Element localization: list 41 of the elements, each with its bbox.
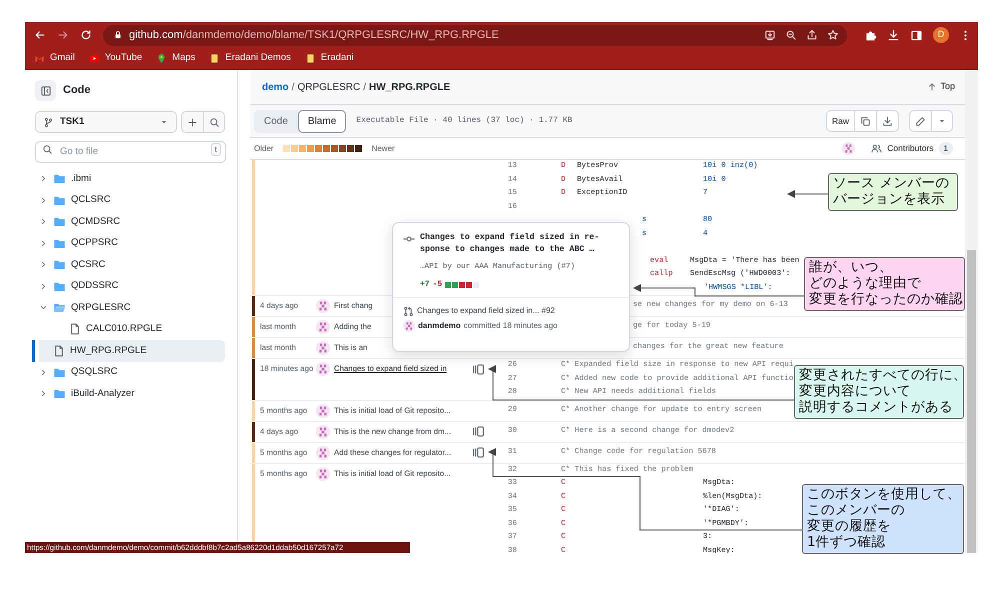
branch-selector[interactable]: TSK1 (35, 111, 177, 133)
breadcrumb: demo / QRPGLESRC / HW_RPG.RPGLE (262, 80, 450, 94)
tree-item[interactable]: QCLSRC (39, 190, 225, 211)
bookmark[interactable]: Maps (156, 51, 196, 66)
breadcrumb-link[interactable]: QRPGLESRC (297, 82, 360, 92)
tree-item[interactable]: .ibmi (39, 168, 225, 190)
file-info: Executable File · 40 lines (37 loc) · 1.77 KB (356, 115, 572, 127)
pull-request-link[interactable]: Changes to expand field sized in... #92 (417, 305, 555, 318)
address-bar[interactable]: github.com/danmdemo/demo/blame/TSK1/QRPGLESRC/HW_RPG.RPGLE (103, 24, 847, 46)
callout-note: 誰が、いつ、 どのような理由で 変更を行なったのか確認 (804, 257, 965, 311)
bookmark[interactable]: Eradani Demos (209, 51, 291, 66)
callout-note: 変更されたすべての行に、 変更内容について 説明するコメントがある (794, 365, 964, 419)
tree-item[interactable]: CALC010.RPGLE (39, 318, 225, 340)
bookmark[interactable]: Eradani (304, 51, 354, 66)
view-tab[interactable]: Code (254, 110, 298, 132)
panel-title: Code (63, 83, 90, 98)
bookmark[interactable]: YouTube (88, 51, 142, 66)
file-name: HW_RPG.RPGLE (369, 82, 450, 92)
commit-title: Changes to expand field sized in re- sponse to changes made to the ABC … (420, 232, 600, 255)
callout-note: ソース メンバーの バージョンを表示 (828, 173, 958, 211)
commit-time: committed 18 minutes ago (464, 320, 558, 332)
view-tab[interactable]: Blame (298, 110, 346, 132)
count-badge: 1 (938, 142, 953, 155)
tree-item[interactable]: QCPPSRC (39, 232, 225, 254)
deletions-count: -5 (432, 279, 442, 292)
tree-item[interactable]: QCSRC (39, 254, 225, 276)
tree-item[interactable]: QSQLSRC (39, 362, 225, 383)
breadcrumb-link[interactable]: demo (262, 82, 289, 92)
callout-note: このボタンを使用して、 このメンバーの 変更の履歴を 1件ずつ確認 (802, 484, 964, 554)
contributors-link[interactable]: Contributors (887, 142, 934, 155)
additions-count: +7 (420, 279, 430, 292)
tree-item[interactable]: QCMDSRC (39, 211, 225, 232)
legend-label: Older (254, 142, 274, 154)
tree-item[interactable]: iBuild-Analyzer (39, 383, 225, 404)
author-name[interactable]: danmdemo (418, 320, 461, 332)
legend-label: Newer (372, 142, 395, 154)
tree-item[interactable]: HW_RPG.RPGLE (32, 340, 225, 362)
tree-item[interactable]: QRPGLESRC (39, 297, 225, 318)
tree-item[interactable]: QDDSSRC (39, 276, 225, 297)
bookmark[interactable]: Gmail (34, 51, 75, 66)
top-link[interactable]: Top (927, 80, 955, 94)
